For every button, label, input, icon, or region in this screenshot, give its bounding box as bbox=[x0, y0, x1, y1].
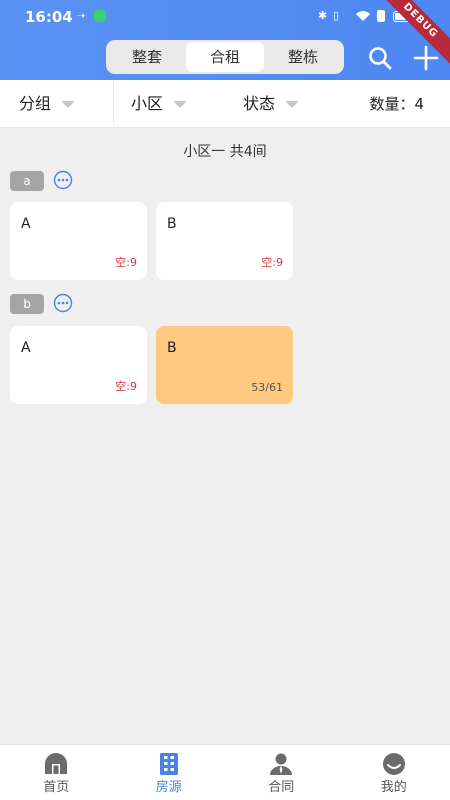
room-status: 空:9 bbox=[261, 256, 283, 269]
room-name: A bbox=[21, 216, 31, 232]
filter-status-label: 状态 bbox=[243, 94, 276, 113]
filter-group-dropdown[interactable]: 分组 bbox=[19, 80, 76, 128]
profile-icon bbox=[382, 753, 405, 775]
nav-item-home[interactable]: 首页 bbox=[0, 745, 113, 800]
app-header: 16:04 ➝ ✱ ▯ DEBUG 整套 合租 整栋 bbox=[0, 0, 450, 80]
nav-label: 合同 bbox=[268, 780, 295, 795]
room-status: 空:9 bbox=[115, 380, 137, 393]
room-name: B bbox=[167, 216, 177, 232]
filter-status-dropdown[interactable]: 状态 bbox=[243, 80, 300, 128]
alert-icon bbox=[377, 10, 385, 22]
room-card-occupied[interactable]: B 53/61 bbox=[156, 326, 293, 404]
community-summary: 小区一 共4间 bbox=[183, 144, 267, 160]
plus-icon[interactable] bbox=[412, 44, 440, 72]
filter-divider bbox=[113, 80, 114, 128]
chevron-down-icon bbox=[61, 101, 76, 108]
status-bar: 16:04 ➝ ✱ ▯ DEBUG bbox=[0, 0, 450, 70]
group-header: b bbox=[10, 293, 73, 314]
room-name: B bbox=[167, 340, 177, 356]
room-card[interactable]: A 空:9 bbox=[10, 202, 147, 280]
segment-shared-rent[interactable]: 合租 bbox=[186, 42, 264, 72]
filter-community-label: 小区 bbox=[131, 94, 164, 113]
filter-bar: 分组 小区 状态 数量：4 bbox=[0, 80, 450, 128]
chevron-down-icon bbox=[285, 101, 300, 108]
home-icon bbox=[45, 753, 68, 774]
chevron-down-icon bbox=[173, 101, 188, 108]
filter-community-dropdown[interactable]: 小区 bbox=[131, 80, 188, 128]
bottom-navigation: 首页 房源 合同 我的 bbox=[0, 744, 450, 800]
room-card[interactable]: A 空:9 bbox=[10, 326, 147, 404]
vibrate-icon: ▯ bbox=[333, 9, 340, 22]
count-value: 4 bbox=[414, 95, 424, 113]
nav-label: 房源 bbox=[155, 780, 182, 795]
more-options-icon[interactable] bbox=[53, 293, 73, 313]
nav-item-profile[interactable]: 我的 bbox=[338, 745, 450, 800]
wifi-icon bbox=[356, 11, 370, 21]
group-header: a bbox=[10, 170, 73, 191]
building-icon bbox=[159, 753, 178, 775]
nav-item-contracts[interactable]: 合同 bbox=[225, 745, 338, 800]
group-tag[interactable]: a bbox=[10, 170, 44, 191]
nav-item-listings[interactable]: 房源 bbox=[113, 745, 226, 800]
notification-app-icon bbox=[94, 10, 106, 22]
room-count: 数量：4 bbox=[369, 80, 424, 128]
room-card[interactable]: B 空:9 bbox=[156, 202, 293, 280]
contract-icon bbox=[270, 753, 293, 775]
filter-group-label: 分组 bbox=[19, 94, 52, 113]
nav-label: 我的 bbox=[380, 780, 407, 795]
count-label: 数量： bbox=[369, 95, 415, 113]
housing-type-segmented-control: 整套 合租 整栋 bbox=[106, 40, 344, 74]
room-status: 空:9 bbox=[115, 256, 137, 269]
bluetooth-icon: ✱ bbox=[318, 9, 328, 22]
group-tag[interactable]: b bbox=[10, 293, 44, 314]
more-options-icon[interactable] bbox=[53, 170, 73, 190]
status-time: 16:04 bbox=[25, 8, 73, 26]
segment-whole-unit[interactable]: 整套 bbox=[108, 42, 186, 72]
segment-whole-building[interactable]: 整栋 bbox=[264, 42, 342, 72]
nav-label: 首页 bbox=[43, 780, 70, 795]
arrow-icon: ➝ bbox=[76, 9, 86, 22]
room-status: 53/61 bbox=[251, 381, 283, 394]
search-icon[interactable] bbox=[366, 44, 394, 72]
room-name: A bbox=[21, 340, 31, 356]
